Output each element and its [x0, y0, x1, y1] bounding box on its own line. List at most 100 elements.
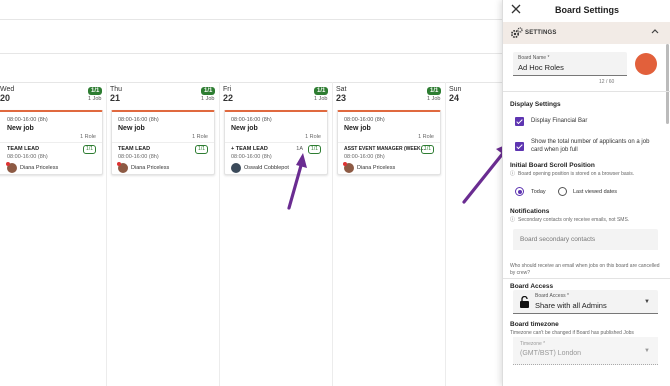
- staffing-badge: 1/1: [427, 87, 442, 95]
- display-financial-bar-checkbox[interactable]: [515, 117, 524, 126]
- card-divider: [338, 142, 440, 143]
- scroll-today-radio[interactable]: [515, 187, 524, 196]
- day-date: 21: [110, 93, 121, 103]
- role-count: 1 Role: [80, 134, 96, 140]
- staffing-badge: 1/1: [201, 87, 216, 95]
- job-count: 1 Job: [314, 96, 328, 102]
- board-name-counter: 12 / 60: [599, 79, 615, 85]
- panel-header: Board Settings: [503, 0, 670, 22]
- scrollbar[interactable]: [666, 44, 669, 124]
- board-name-label: Board Name *: [518, 55, 550, 61]
- notifications-heading: Notifications: [510, 208, 550, 215]
- dropdown-arrow-icon: ▼: [644, 348, 650, 354]
- job-time: 08:00-16:00 (8h): [231, 117, 272, 123]
- chevron-up-icon: [651, 28, 659, 36]
- day-date: 20: [0, 93, 11, 103]
- job-card[interactable]: 08:00-16:00 (8h) New job 1 Role ASST EVE…: [337, 110, 441, 175]
- role-time: 08:00-16:00 (8h): [231, 154, 272, 160]
- day-date: 24: [449, 93, 460, 103]
- role-title: TEAM LEAD: [7, 146, 40, 152]
- job-card[interactable]: 08:00-16:00 (8h) New job 1 Role + TEAM L…: [224, 110, 328, 175]
- board-color-picker[interactable]: [635, 53, 657, 75]
- day-name: Sat: [336, 86, 347, 93]
- avatar: [6, 161, 17, 173]
- board-timezone-heading: Board timezone: [510, 321, 559, 328]
- card-divider: [112, 142, 214, 143]
- day-header-sat[interactable]: Sat 23: [336, 86, 347, 103]
- notifications-note: Secondary contacts only receive emails, …: [518, 217, 630, 223]
- role-count: 1 Role: [305, 134, 321, 140]
- lock-open-icon: [520, 296, 529, 308]
- scroll-position-heading: Initial Board Scroll Position: [510, 162, 595, 169]
- scroll-today-label: Today: [531, 189, 546, 195]
- scroll-last-viewed-label: Last viewed dates: [573, 189, 618, 195]
- role-count: 1 Role: [192, 134, 208, 140]
- scroll-last-viewed-radio[interactable]: [558, 187, 567, 196]
- job-card[interactable]: 08:00-16:00 (8h) New job 1 Role TEAM LEA…: [0, 110, 103, 175]
- board-access-select[interactable]: Board Access * Share with all Admins ▼: [513, 290, 658, 314]
- avatar: [117, 161, 128, 173]
- job-count: 1 Job: [427, 96, 441, 102]
- display-settings-heading: Display Settings: [510, 101, 561, 108]
- scroll-position-note: Board opening position is stored on a br…: [518, 171, 635, 177]
- dropdown-arrow-icon: ▼: [644, 299, 650, 305]
- assigned-person[interactable]: Diana Priceless: [343, 161, 396, 173]
- avatar: [231, 162, 241, 173]
- divider: [503, 91, 670, 92]
- settings-section-header[interactable]: SETTINGS: [503, 22, 670, 44]
- gears-icon: [510, 27, 523, 39]
- role-title: + TEAM LEAD: [231, 146, 268, 152]
- close-icon[interactable]: [510, 3, 524, 17]
- role-title: ASST EVENT MANAGER (WEEK...: [344, 146, 425, 152]
- staffing-badge: 1/1: [314, 87, 329, 95]
- person-name: Diana Priceless: [131, 164, 170, 171]
- secondary-contacts-input[interactable]: Board secondary contacts: [513, 229, 658, 250]
- board-name-field[interactable]: Board Name * Ad Hoc Roles: [513, 52, 627, 76]
- job-time: 08:00-16:00 (8h): [344, 117, 385, 123]
- board-access-heading: Board Access: [510, 283, 554, 290]
- board-name-value: Ad Hoc Roles: [518, 63, 564, 72]
- settings-section-label: SETTINGS: [525, 30, 557, 36]
- panel-title: Board Settings: [555, 5, 620, 15]
- timezone-note: Timezone can't be changed if Board has p…: [510, 330, 634, 336]
- job-time: 08:00-16:00 (8h): [118, 117, 159, 123]
- toolbar-divider: [0, 19, 502, 20]
- job-count: 1 Job: [88, 96, 102, 102]
- day-name: Thu: [110, 86, 123, 93]
- assigned-person[interactable]: Diana Priceless: [6, 161, 58, 173]
- card-divider: [0, 142, 102, 143]
- job-card[interactable]: 08:00-16:00 (8h) New job 1 Role TEAM LEA…: [111, 110, 215, 175]
- day-header-thu[interactable]: Thu 21: [110, 86, 122, 103]
- card-divider: [225, 142, 327, 143]
- job-title: New job: [231, 125, 258, 132]
- day-name: Fri: [223, 86, 232, 93]
- job-title: New job: [118, 125, 145, 132]
- timezone-label: Timezone *: [520, 341, 546, 347]
- assigned-person[interactable]: Diana Priceless: [117, 161, 170, 173]
- toolbar-divider: [0, 53, 502, 54]
- day-date: 22: [223, 93, 234, 103]
- info-icon: ⓘ: [510, 217, 516, 223]
- job-count: 1 Job: [201, 96, 215, 102]
- annotation-arrow-icon: [287, 153, 307, 210]
- timezone-select: Timezone * (GMT/BST) London ▼: [513, 337, 658, 365]
- day-name: Wed: [0, 86, 15, 93]
- day-date: 23: [336, 93, 347, 103]
- role-title: TEAM LEAD: [118, 146, 151, 152]
- person-name: Diana Priceless: [357, 164, 396, 171]
- day-header-sun[interactable]: Sun 24: [449, 86, 461, 103]
- staffing-badge: 1/1: [88, 87, 103, 95]
- show-applicants-checkbox[interactable]: [515, 142, 524, 151]
- secondary-contacts-placeholder: Board secondary contacts: [520, 236, 596, 243]
- job-time: 08:00-16:00 (8h): [7, 117, 48, 123]
- job-title: New job: [7, 125, 34, 132]
- info-icon: ⓘ: [510, 171, 516, 177]
- day-header-fri[interactable]: Fri 22: [223, 86, 233, 103]
- divider: [503, 278, 670, 279]
- cancel-email-note: Who should receive an email when jobs on…: [510, 263, 660, 276]
- board-access-label: Board Access *: [535, 293, 569, 299]
- role-time: 08:00-16:00 (8h): [344, 154, 385, 160]
- day-header-wed[interactable]: Wed 20: [0, 86, 14, 103]
- role-time: 08:00-16:00 (8h): [7, 154, 48, 160]
- avatar: [343, 161, 354, 173]
